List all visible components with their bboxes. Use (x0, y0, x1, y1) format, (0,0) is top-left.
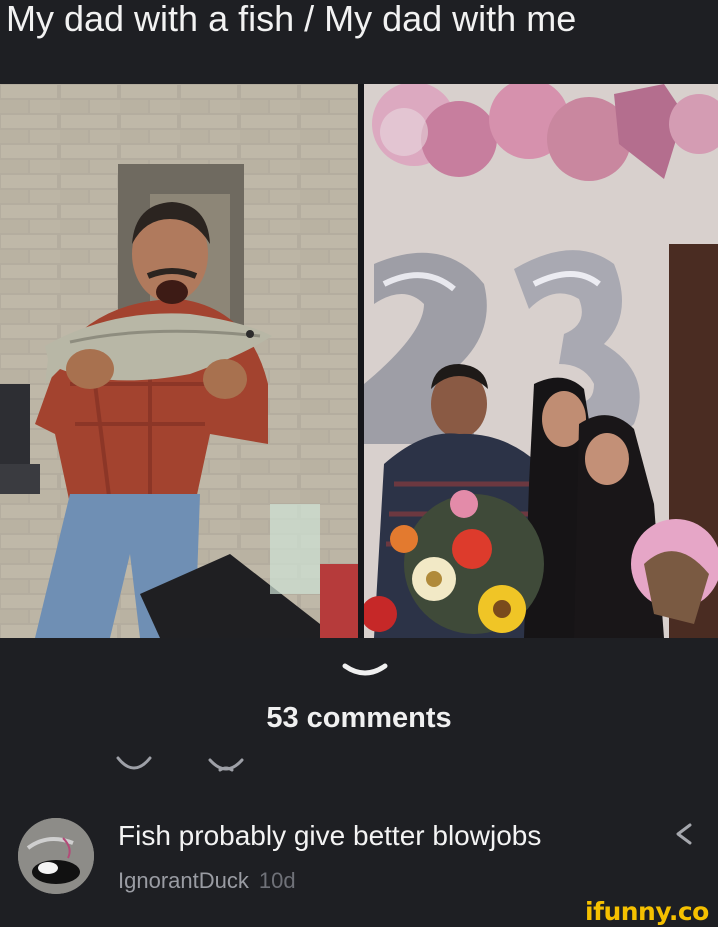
smile-icon[interactable] (114, 752, 154, 778)
comment-text: Fish probably give better blowjobs (118, 820, 542, 851)
ifunny-watermark: ifunny.co (585, 897, 709, 926)
comment-username[interactable]: IgnorantDuck (118, 868, 249, 893)
frown-icon[interactable] (206, 752, 246, 778)
post-caption: My dad with a fish / My dad with me (6, 0, 577, 39)
comment-time: 10d (258, 868, 296, 893)
photo-dad-with-me (364, 84, 718, 638)
avatar[interactable] (18, 818, 94, 894)
comment-meta: IgnorantDuck 10d (118, 868, 296, 894)
photo-dad-with-fish (0, 84, 358, 638)
comments-count[interactable]: 53 comments (0, 702, 718, 735)
chevron-down-icon[interactable] (342, 660, 388, 682)
share-icon[interactable] (672, 821, 696, 847)
meme-image[interactable] (0, 84, 718, 638)
